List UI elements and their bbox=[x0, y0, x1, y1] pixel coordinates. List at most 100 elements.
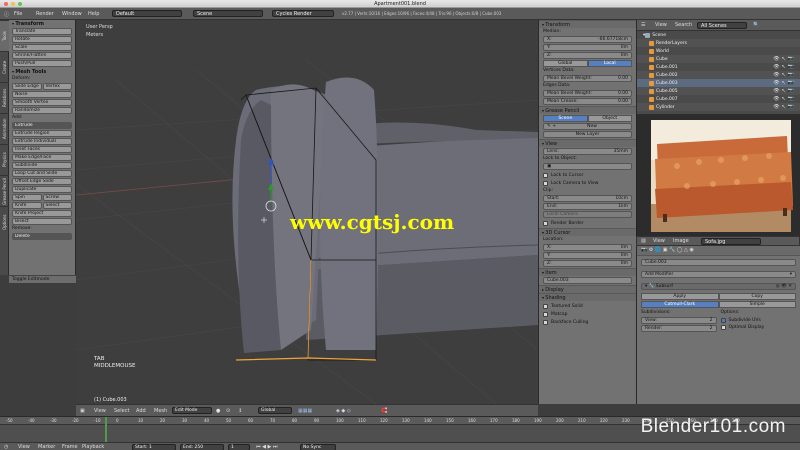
knife-project-button[interactable]: Knife Project bbox=[12, 210, 72, 217]
sync-select[interactable]: No Sync bbox=[300, 444, 336, 450]
extrude-dropdown[interactable]: Extrude bbox=[12, 122, 72, 129]
make-edge-face-button[interactable]: Make Edge/Face bbox=[12, 154, 72, 161]
gp-scene-button[interactable]: Scene bbox=[543, 115, 588, 122]
tab-animation[interactable]: Animation bbox=[0, 113, 9, 144]
simple-button[interactable]: Simple bbox=[718, 301, 796, 308]
outliner-item-cube-002[interactable]: Cube.002 👁↖📷 bbox=[637, 71, 800, 79]
outliner-search-icon[interactable]: 🔍 bbox=[753, 22, 759, 28]
menu-mesh[interactable]: Mesh bbox=[154, 408, 167, 414]
cursor-x-field[interactable]: X: 0m bbox=[543, 244, 632, 251]
start-frame-field[interactable]: Start: 1 bbox=[132, 444, 176, 450]
rotate-button[interactable]: Rotate bbox=[12, 36, 72, 43]
new-layer-button[interactable]: New Layer bbox=[543, 131, 632, 138]
optimal-display-checkbox[interactable]: Optimal Display bbox=[720, 324, 797, 330]
editor-type-3d-icon[interactable]: ▣ bbox=[80, 408, 85, 414]
lock-cursor-checkbox[interactable]: Lock to Cursor bbox=[543, 172, 632, 178]
menu-window[interactable]: Window bbox=[62, 11, 82, 17]
image-menu-image[interactable]: Image bbox=[673, 238, 689, 244]
matcap-checkbox[interactable]: Matcap bbox=[543, 311, 632, 317]
gp-new-button[interactable]: ✎ + New bbox=[543, 123, 632, 130]
backface-culling-checkbox[interactable]: Backface Culling bbox=[543, 319, 632, 325]
image-menu-view[interactable]: View bbox=[653, 238, 665, 244]
timeline-menu-marker[interactable]: Marker bbox=[38, 444, 55, 450]
lock-object-field[interactable]: ▣ bbox=[543, 163, 632, 170]
outliner-filter-select[interactable]: All Scenes bbox=[697, 22, 747, 29]
properties-tab-icons[interactable]: 📷 ⚙ 🌐 ▣ 🔧 ◯ △ ◉ bbox=[637, 246, 800, 256]
outliner-item-world[interactable]: World bbox=[637, 47, 800, 55]
shading-icon[interactable]: ● bbox=[216, 408, 220, 414]
manipulator-icon[interactable]: ↕ bbox=[238, 408, 242, 414]
view-subdivisions-field[interactable]: View: 2 bbox=[641, 317, 717, 324]
pivot-icon[interactable]: ⊙ bbox=[226, 408, 230, 414]
tab-relations[interactable]: Relations bbox=[0, 82, 9, 113]
lens-field[interactable]: Lens: 35mm bbox=[543, 148, 632, 155]
randomize-button[interactable]: Randomize bbox=[12, 107, 72, 114]
mesh-tools-header[interactable]: Mesh Tools bbox=[9, 68, 75, 75]
smooth-vertex-button[interactable]: Smooth Vertex bbox=[12, 99, 72, 106]
render-border-checkbox[interactable]: Render Border bbox=[543, 220, 632, 226]
current-frame-field[interactable]: 1 bbox=[228, 444, 250, 450]
knife-button[interactable]: Knife bbox=[12, 202, 42, 209]
clip-end-field[interactable]: End: 1km bbox=[543, 203, 632, 210]
vertex-button[interactable]: Vertex bbox=[42, 83, 72, 90]
outliner-item-cube-001[interactable]: Cube.001 👁↖📷 bbox=[637, 63, 800, 71]
clip-start-field[interactable]: Start: 10cm bbox=[543, 195, 632, 202]
spin-button[interactable]: Spin bbox=[12, 194, 42, 201]
gp-object-button[interactable]: Object bbox=[587, 115, 632, 122]
timeline-menu-view[interactable]: View bbox=[18, 444, 30, 450]
knife-select-button[interactable]: Select bbox=[42, 202, 72, 209]
shading-header[interactable]: Shading bbox=[539, 293, 636, 301]
tab-tools[interactable]: Tools bbox=[0, 20, 9, 51]
tab-physics[interactable]: Physics bbox=[0, 144, 9, 175]
menu-help[interactable]: Help bbox=[88, 11, 99, 17]
timeline-editor-icon[interactable]: ◷ bbox=[4, 444, 8, 450]
local-button[interactable]: Local bbox=[587, 60, 632, 67]
toggle-editmode-operator[interactable]: Toggle Editmode bbox=[9, 275, 76, 283]
current-frame-marker[interactable] bbox=[105, 417, 107, 442]
outliner-menu-search[interactable]: Search bbox=[675, 22, 692, 28]
bisect-button[interactable]: Bisect bbox=[12, 218, 72, 225]
transform-header[interactable]: Transform bbox=[539, 20, 636, 28]
3d-viewport[interactable]: User Persp Meters www.cgtsj.com TAB MIDD… bbox=[76, 20, 538, 404]
noise-button[interactable]: Noise bbox=[12, 91, 72, 98]
timeline-menu-playback[interactable]: Playback bbox=[82, 444, 104, 450]
display-header[interactable]: Display bbox=[539, 285, 636, 293]
grease-pencil-header[interactable]: Grease Pencil bbox=[539, 106, 636, 114]
subdivide-button[interactable]: Subdivide bbox=[12, 162, 72, 169]
vertex-bevel-field[interactable]: Mean Bevel Weight: 0.00 bbox=[543, 75, 632, 82]
view-header[interactable]: View bbox=[539, 139, 636, 147]
menu-add[interactable]: Add bbox=[136, 408, 146, 414]
subdivide-uvs-checkbox[interactable]: Subdivide UVs bbox=[720, 317, 797, 323]
translate-button[interactable]: Translate bbox=[12, 28, 72, 35]
subsurf-modifier-header[interactable]: ▾ 🔧 Subsurf ◎ 👁 ✕ bbox=[641, 283, 796, 290]
textured-solid-checkbox[interactable]: Textured Solid bbox=[543, 303, 632, 309]
image-editor-icon[interactable]: ▨ bbox=[641, 238, 646, 244]
outliner-item-renderlayers[interactable]: RenderLayers bbox=[637, 39, 800, 47]
outliner-item-cube-003[interactable]: Cube.003 👁↖📷 bbox=[637, 79, 800, 87]
tab-create[interactable]: Create bbox=[0, 51, 9, 82]
outliner-item-cube[interactable]: Cube 👁↖📷 bbox=[637, 55, 800, 63]
outliner-menu-view[interactable]: View bbox=[655, 22, 667, 28]
outliner-item-cube-005[interactable]: Cube.005 👁↖📷 bbox=[637, 87, 800, 95]
menu-render[interactable]: Render bbox=[36, 11, 54, 17]
edge-bevel-field[interactable]: Mean Bevel Weight: 0.00 bbox=[543, 90, 632, 97]
menu-file[interactable]: File bbox=[14, 11, 22, 17]
orientation-select[interactable]: Global bbox=[258, 407, 292, 414]
shrink-flatten-button[interactable]: Shrink/Flatten bbox=[12, 52, 72, 59]
median-y-field[interactable]: Y: 0m bbox=[543, 44, 632, 51]
screw-button[interactable]: Screw bbox=[42, 194, 72, 201]
timeline-menu-frame[interactable]: Frame bbox=[62, 444, 78, 450]
mode-select[interactable]: Edit Mode bbox=[172, 407, 212, 414]
extrude-individual-button[interactable]: Extrude Individual bbox=[12, 138, 72, 145]
push-pull-button[interactable]: Push/Pull bbox=[12, 60, 72, 67]
apply-button[interactable]: Apply bbox=[641, 293, 719, 300]
item-name-field[interactable]: Cube.003 bbox=[543, 277, 632, 284]
3d-cursor-header[interactable]: 3D Cursor bbox=[539, 228, 636, 236]
tab-grease-pencil[interactable]: Grease Pencil bbox=[0, 175, 9, 206]
outliner-editor-icon[interactable]: ☰ bbox=[641, 22, 645, 28]
layout-select[interactable]: Default bbox=[112, 10, 182, 17]
item-header[interactable]: Item bbox=[539, 268, 636, 276]
menu-view[interactable]: View bbox=[94, 408, 106, 414]
render-subdivisions-field[interactable]: Render: 2 bbox=[641, 325, 717, 332]
median-x-field[interactable]: X: -66.67718cm bbox=[543, 36, 632, 43]
